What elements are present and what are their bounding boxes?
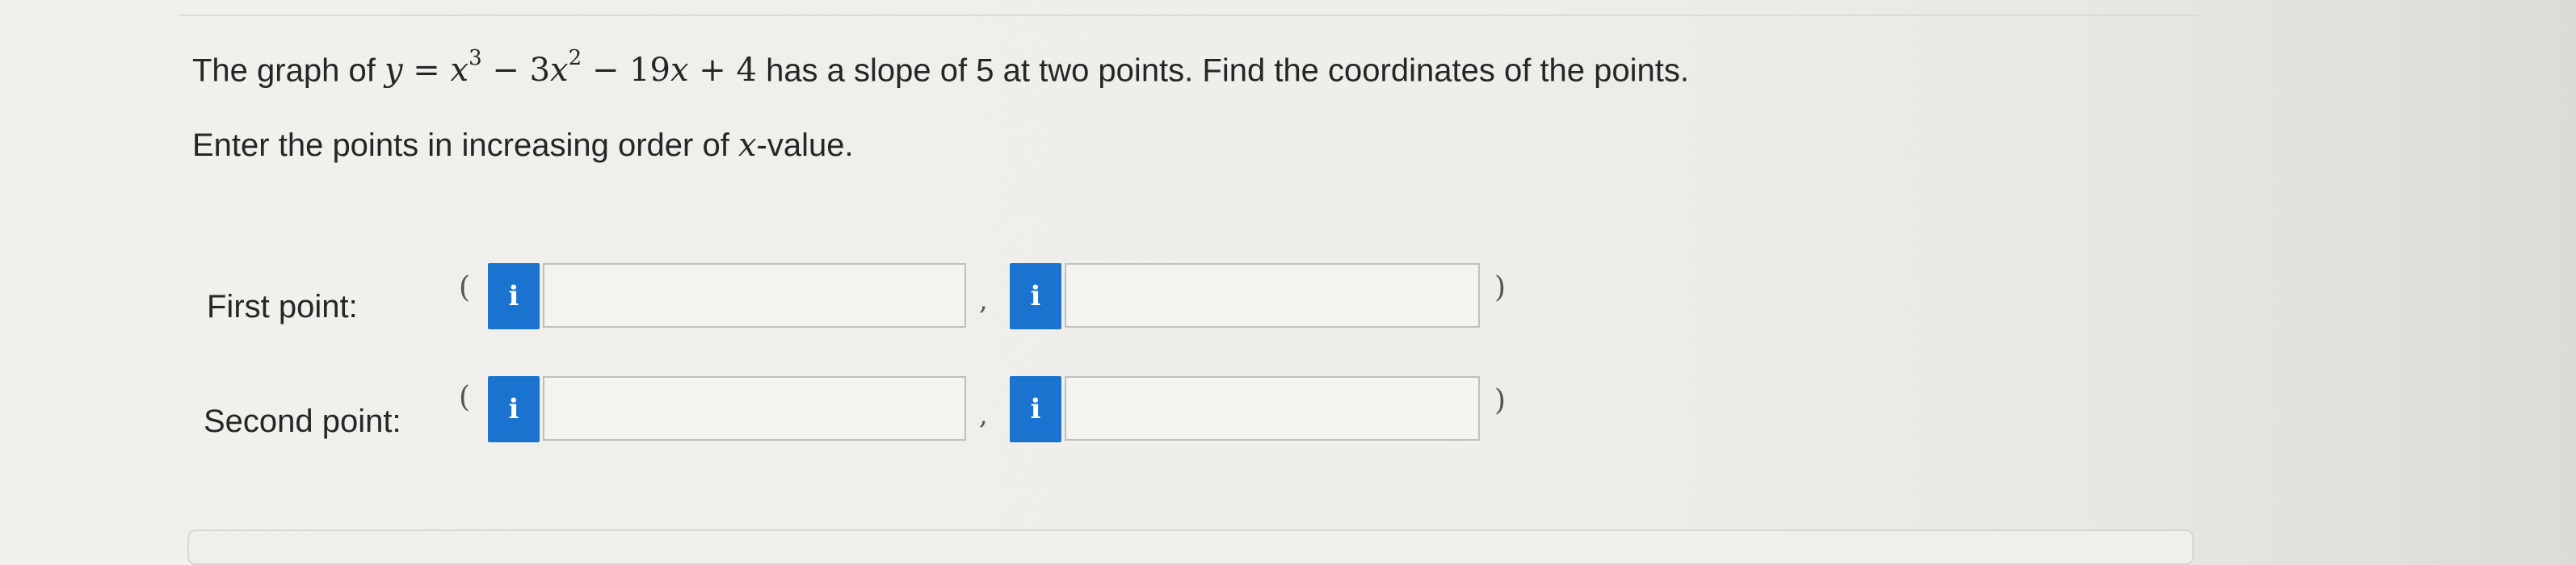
first-point-y-input[interactable] xyxy=(1065,263,1480,328)
eq-equals: = xyxy=(402,52,451,90)
eq-term1-exp: 3 xyxy=(469,46,482,70)
first-point-x-info-button[interactable]: i xyxy=(488,263,540,329)
first-point-close-paren: ) xyxy=(1494,271,1507,304)
eq-term4: 4 xyxy=(736,52,757,90)
question-suffix: has a slope of 5 at two points. Find the… xyxy=(756,52,1689,89)
bottom-panel xyxy=(187,529,2194,565)
top-divider xyxy=(179,15,2199,16)
instruction-var: x xyxy=(738,127,757,164)
question-text: The graph of y = x3 − 3x2 − 19x + 4 has … xyxy=(192,23,1689,111)
eq-term3-var: x xyxy=(670,52,689,90)
eq-op2: − xyxy=(582,52,630,90)
eq-term2-var: x xyxy=(550,52,569,90)
eq-lhs: y xyxy=(384,52,403,90)
second-point-label: Second point: xyxy=(204,404,401,439)
first-point-x-input[interactable] xyxy=(543,263,966,328)
eq-term3-coef: 19 xyxy=(629,52,670,90)
second-point-x-info-button[interactable]: i xyxy=(488,376,540,442)
eq-op3: + xyxy=(688,52,737,90)
first-point-y-info-button[interactable]: i xyxy=(1010,263,1061,329)
eq-op1: − xyxy=(481,52,530,90)
instruction-var-symbol: x xyxy=(738,127,757,164)
eq-term2-coef: 3 xyxy=(529,52,551,90)
second-point-comma: , xyxy=(979,399,988,431)
instruction-suffix: -value. xyxy=(756,128,854,163)
second-point-y-info-button[interactable]: i xyxy=(1010,376,1061,442)
info-icon: i xyxy=(508,393,519,425)
info-icon: i xyxy=(1030,280,1041,312)
instruction-prefix: Enter the points in increasing order of xyxy=(192,128,738,163)
first-point-comma: , xyxy=(979,284,988,316)
info-icon: i xyxy=(508,280,519,312)
question-equation: y = x3 − 3x2 − 19x + 4 xyxy=(384,46,757,90)
first-point-label: First point: xyxy=(207,289,358,324)
info-icon: i xyxy=(1030,393,1041,425)
first-point-open-paren: ( xyxy=(459,271,471,304)
question-prefix: The graph of xyxy=(192,52,385,89)
eq-term1-var: x xyxy=(450,52,469,90)
instruction-text: Enter the points in increasing order of … xyxy=(192,105,854,186)
second-point-open-paren: ( xyxy=(459,381,471,414)
eq-term2-exp: 2 xyxy=(568,46,582,70)
second-point-x-input[interactable] xyxy=(543,376,966,441)
second-point-y-input[interactable] xyxy=(1065,376,1480,441)
second-point-close-paren: ) xyxy=(1494,384,1507,417)
